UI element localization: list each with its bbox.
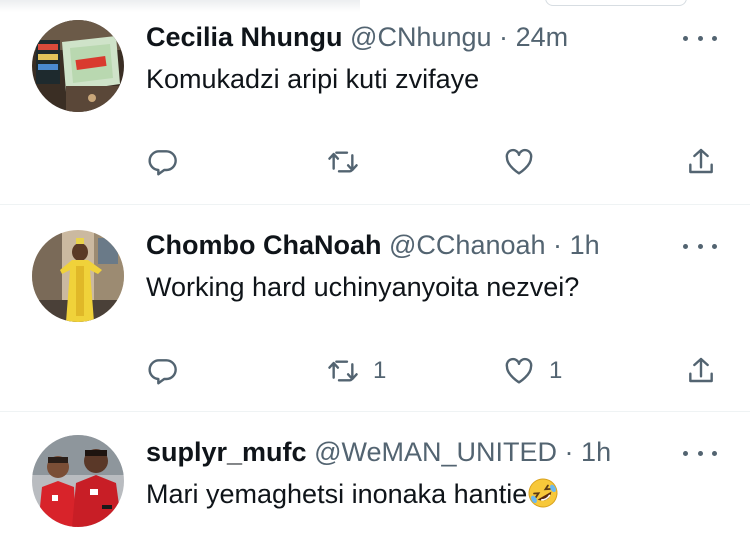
separator: · (499, 22, 509, 52)
tweet-actions: 1 1 (0, 351, 750, 391)
retweet-button[interactable] (327, 142, 373, 182)
more-options-icon[interactable] (683, 236, 717, 256)
reply-button[interactable] (147, 142, 193, 182)
reply-icon (148, 359, 177, 385)
retweet-count: 1 (373, 357, 387, 384)
more-options-icon[interactable] (683, 28, 717, 48)
display-name[interactable]: Chombo ChaNoah (146, 230, 382, 260)
tweet-header: Chombo ChaNoah @CChanoah · 1h (146, 228, 600, 262)
like-button[interactable] (503, 142, 549, 182)
like-button[interactable]: 1 (503, 351, 562, 391)
retweet-icon (328, 360, 358, 382)
share-button[interactable] (685, 351, 717, 391)
monopoly-board-avatar-image (32, 20, 124, 112)
retweet-button[interactable]: 1 (327, 351, 386, 391)
tweet-reply[interactable]: Chombo ChaNoah @CChanoah · 1h Working ha… (0, 206, 750, 412)
reply-icon (148, 150, 177, 176)
tweet-reply[interactable]: suplyr_mufc @WeMAN_UNITED · 1h Mari yema… (0, 413, 750, 533)
rolling-on-floor-laughing-emoji (528, 478, 558, 508)
share-icon (689, 357, 713, 383)
tweet-text: Mari yemaghetsi inonaka hantie (146, 479, 528, 509)
avatar[interactable] (32, 230, 124, 322)
display-name[interactable]: Cecilia Nhungu (146, 22, 343, 52)
tweet-text: Working hard uchinyanyoita nezvei? (146, 272, 580, 302)
user-handle[interactable]: @CChanoah (389, 230, 546, 260)
avatar[interactable] (32, 20, 124, 112)
tweet-reply[interactable]: Cecilia Nhungu @CNhungu · 24m Komukadzi … (0, 0, 750, 205)
tweet-header: Cecilia Nhungu @CNhungu · 24m (146, 20, 568, 54)
tweet-text-container: Mari yemaghetsi inonaka hantie (146, 477, 559, 511)
share-button[interactable] (685, 142, 717, 182)
heart-icon (505, 357, 533, 384)
heart-icon (505, 148, 533, 175)
share-icon (689, 148, 713, 174)
person-in-yellow-avatar-image (32, 230, 124, 322)
timestamp[interactable]: 1h (570, 230, 600, 260)
reply-button[interactable] (147, 351, 193, 391)
like-count: 1 (549, 357, 563, 384)
tweet-actions (0, 413, 750, 453)
tweet-actions (0, 142, 750, 182)
retweet-icon (328, 151, 358, 173)
tweet-text: Komukadzi aripi kuti zvifaye (146, 64, 480, 94)
separator: · (553, 230, 563, 260)
user-handle[interactable]: @CNhungu (350, 22, 492, 52)
timestamp[interactable]: 24m (516, 22, 569, 52)
